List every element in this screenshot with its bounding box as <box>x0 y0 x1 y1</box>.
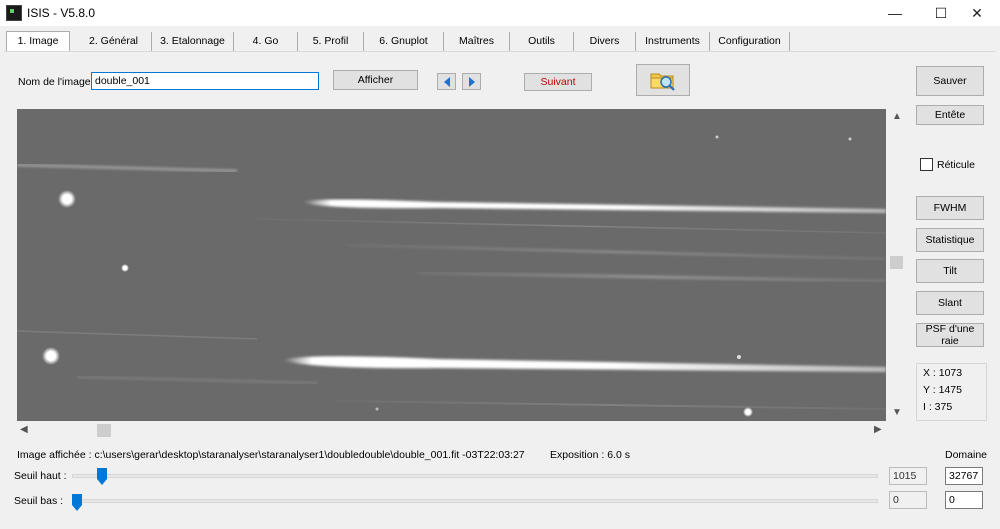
tab-configuration[interactable]: Configuration <box>710 32 790 52</box>
arrow-left-icon <box>443 76 450 87</box>
horizontal-scrollbar[interactable]: ◀ ▶ <box>17 421 886 440</box>
scroll-up-icon[interactable]: ▲ <box>892 111 902 122</box>
coordinates-panel: X : 1073 Y : 1475 I : 375 <box>916 363 987 421</box>
psf-button[interactable]: PSF d'une raie <box>916 323 984 347</box>
open-folder-button[interactable] <box>636 64 690 96</box>
reticule-checkbox[interactable] <box>920 158 933 171</box>
seuil-bas-domain-input[interactable]: 0 <box>945 491 983 509</box>
tab-gnuplot[interactable]: 6. Gnuplot <box>364 32 444 52</box>
afficher-button[interactable]: Afficher <box>333 70 418 90</box>
image-path-status: Image affichée : c:\users\gerar\desktop\… <box>17 449 525 461</box>
image-name-label: Nom de l'image : <box>18 76 97 88</box>
exposure-status: Exposition : 6.0 s <box>550 449 630 461</box>
slant-button[interactable]: Slant <box>916 291 984 315</box>
statistique-button[interactable]: Statistique <box>916 228 984 252</box>
seuil-haut-slider-thumb[interactable] <box>96 468 107 485</box>
tab-instruments[interactable]: Instruments <box>636 32 710 52</box>
vertical-scrollbar[interactable]: ▲ ▼ <box>886 109 906 421</box>
seuil-bas-value: 0 <box>889 491 927 509</box>
tab-profil[interactable]: 5. Profil <box>298 32 364 52</box>
seuil-haut-domain-input[interactable]: 32767 <box>945 467 983 485</box>
next-image-button[interactable] <box>462 73 481 90</box>
window-title: ISIS - V5.8.0 <box>27 6 96 20</box>
seuil-haut-track[interactable] <box>72 474 878 478</box>
scroll-right-icon[interactable]: ▶ <box>874 424 882 435</box>
horizontal-scroll-thumb[interactable] <box>97 424 111 437</box>
image-display[interactable] <box>17 109 886 421</box>
seuil-bas-label: Seuil bas : <box>14 495 64 507</box>
close-button[interactable]: ✕ <box>954 0 1000 26</box>
x-coordinate: X : 1073 <box>923 367 963 379</box>
seuil-bas-slider-thumb[interactable] <box>72 494 82 511</box>
arrow-right-icon <box>468 76 475 87</box>
scroll-down-icon[interactable]: ▼ <box>892 407 902 418</box>
minimize-button[interactable]: — <box>872 0 918 26</box>
entete-button[interactable]: Entête <box>916 105 984 125</box>
tab-general[interactable]: 2. Général <box>76 32 152 52</box>
tab-go[interactable]: 4. Go <box>234 32 298 52</box>
seuil-bas-track[interactable] <box>72 499 878 503</box>
vertical-scroll-thumb[interactable] <box>890 256 903 269</box>
image-name-input[interactable]: double_001 <box>91 72 319 90</box>
app-icon <box>6 5 22 21</box>
intensity-value: I : 375 <box>923 401 953 413</box>
scroll-left-icon[interactable]: ◀ <box>20 424 28 435</box>
tab-image[interactable]: 1. Image <box>6 31 70 52</box>
tab-outils[interactable]: Outils <box>510 32 574 52</box>
tab-etalonnage[interactable]: 3. Etalonnage <box>152 32 234 52</box>
y-coordinate: Y : 1475 <box>923 384 962 396</box>
seuil-haut-value: 1015 <box>889 467 927 485</box>
tilt-button[interactable]: Tilt <box>916 259 984 283</box>
previous-image-button[interactable] <box>437 73 456 90</box>
tab-divers[interactable]: Divers <box>574 32 636 52</box>
title-bar: ISIS - V5.8.0 — ☐ ✕ <box>0 0 1000 26</box>
folder-search-icon <box>650 73 675 91</box>
tab-divider <box>4 51 996 52</box>
reticule-label: Réticule <box>937 159 975 171</box>
tab-strip: 1. Image 2. Général 3. Etalonnage 4. Go … <box>4 31 794 52</box>
seuil-haut-label: Seuil haut : <box>14 470 67 482</box>
fwhm-button[interactable]: FWHM <box>916 196 984 220</box>
sauver-button[interactable]: Sauver <box>916 66 984 96</box>
suivant-button[interactable]: Suivant <box>524 73 592 91</box>
tab-maitres[interactable]: Maîtres <box>444 32 510 52</box>
domain-label: Domaine <box>945 449 988 461</box>
